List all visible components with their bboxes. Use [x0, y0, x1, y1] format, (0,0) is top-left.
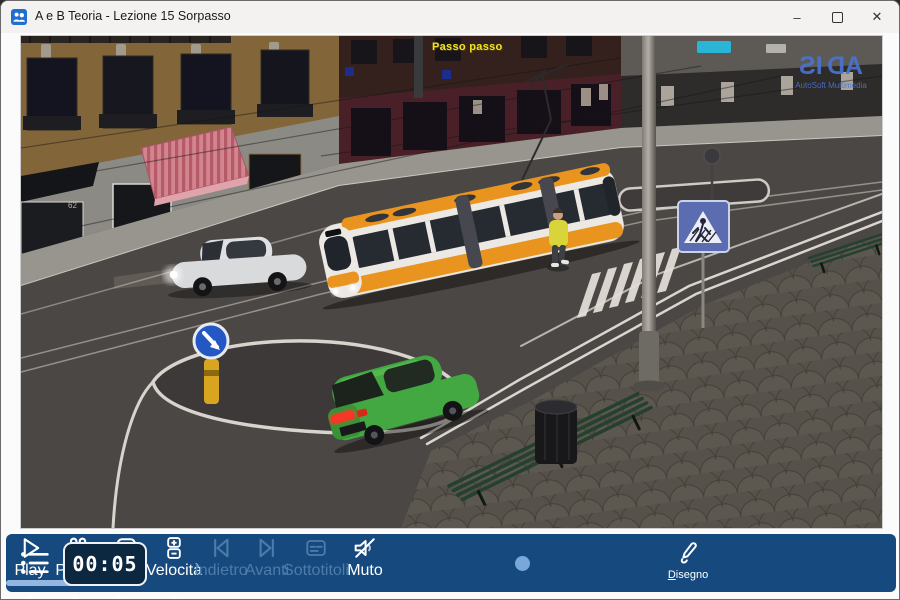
- draw-button[interactable]: Disegno: [662, 540, 714, 581]
- video-caption: Passo passo: [432, 41, 503, 53]
- close-button[interactable]: ✕: [857, 1, 897, 33]
- speed-icon: [160, 534, 188, 562]
- volume-slider-thumb[interactable]: [515, 556, 530, 571]
- chevron-left-icon: [16, 590, 42, 600]
- sida-logo-subtitle: AutoSoft Multimedia: [787, 82, 875, 90]
- street-scene: 62: [21, 36, 882, 528]
- maximize-button[interactable]: [817, 1, 857, 33]
- timer-display: 00:05: [63, 542, 147, 586]
- mute-button[interactable]: Muto: [342, 534, 388, 580]
- nav-next-button[interactable]: [98, 586, 144, 600]
- return-arrow-icon: [154, 590, 180, 600]
- next-icon: [253, 534, 281, 562]
- overlay-marker: [442, 70, 451, 79]
- overlay-marker: [345, 67, 354, 76]
- pen-icon: [674, 540, 702, 568]
- return-button[interactable]: [144, 586, 190, 600]
- trash-bin: [535, 400, 577, 464]
- list-icon: [18, 547, 50, 579]
- app-window: A e B Teoria - Lezione 15 Sorpasso – ✕: [0, 0, 900, 600]
- nav-index-button[interactable]: [52, 586, 98, 600]
- wire-pole: [414, 36, 423, 98]
- chevron-up-down-icon: [62, 590, 88, 600]
- window-title: A e B Teoria - Lezione 15 Sorpasso: [35, 9, 231, 23]
- sida-logo: SIDA AutoSoft Multimedia: [787, 54, 875, 90]
- previous-icon: [207, 534, 235, 562]
- playlist-button[interactable]: [18, 547, 50, 579]
- subtitles-icon: [302, 534, 330, 562]
- chevron-right-icon: [108, 590, 134, 600]
- maximize-icon: [832, 12, 843, 23]
- people-icon: [11, 9, 27, 25]
- subtitles-button[interactable]: Sottotitoli: [290, 534, 342, 580]
- speed-button[interactable]: Velocità: [150, 534, 198, 580]
- shop-number: 62: [68, 201, 77, 210]
- video-canvas[interactable]: 62: [21, 36, 882, 528]
- shop-sign: [697, 41, 731, 53]
- sida-logo-text: SIDA: [787, 54, 875, 79]
- titlebar: A e B Teoria - Lezione 15 Sorpasso – ✕: [1, 1, 899, 33]
- back-button[interactable]: Indietro: [198, 534, 244, 580]
- nav-previous-button[interactable]: [6, 586, 52, 600]
- minimize-button[interactable]: –: [777, 1, 817, 33]
- player-toolbar: 00:05 Play Pausa Stop Velocità: [6, 534, 896, 592]
- mute-icon: [351, 534, 379, 562]
- sign-back: [704, 148, 720, 164]
